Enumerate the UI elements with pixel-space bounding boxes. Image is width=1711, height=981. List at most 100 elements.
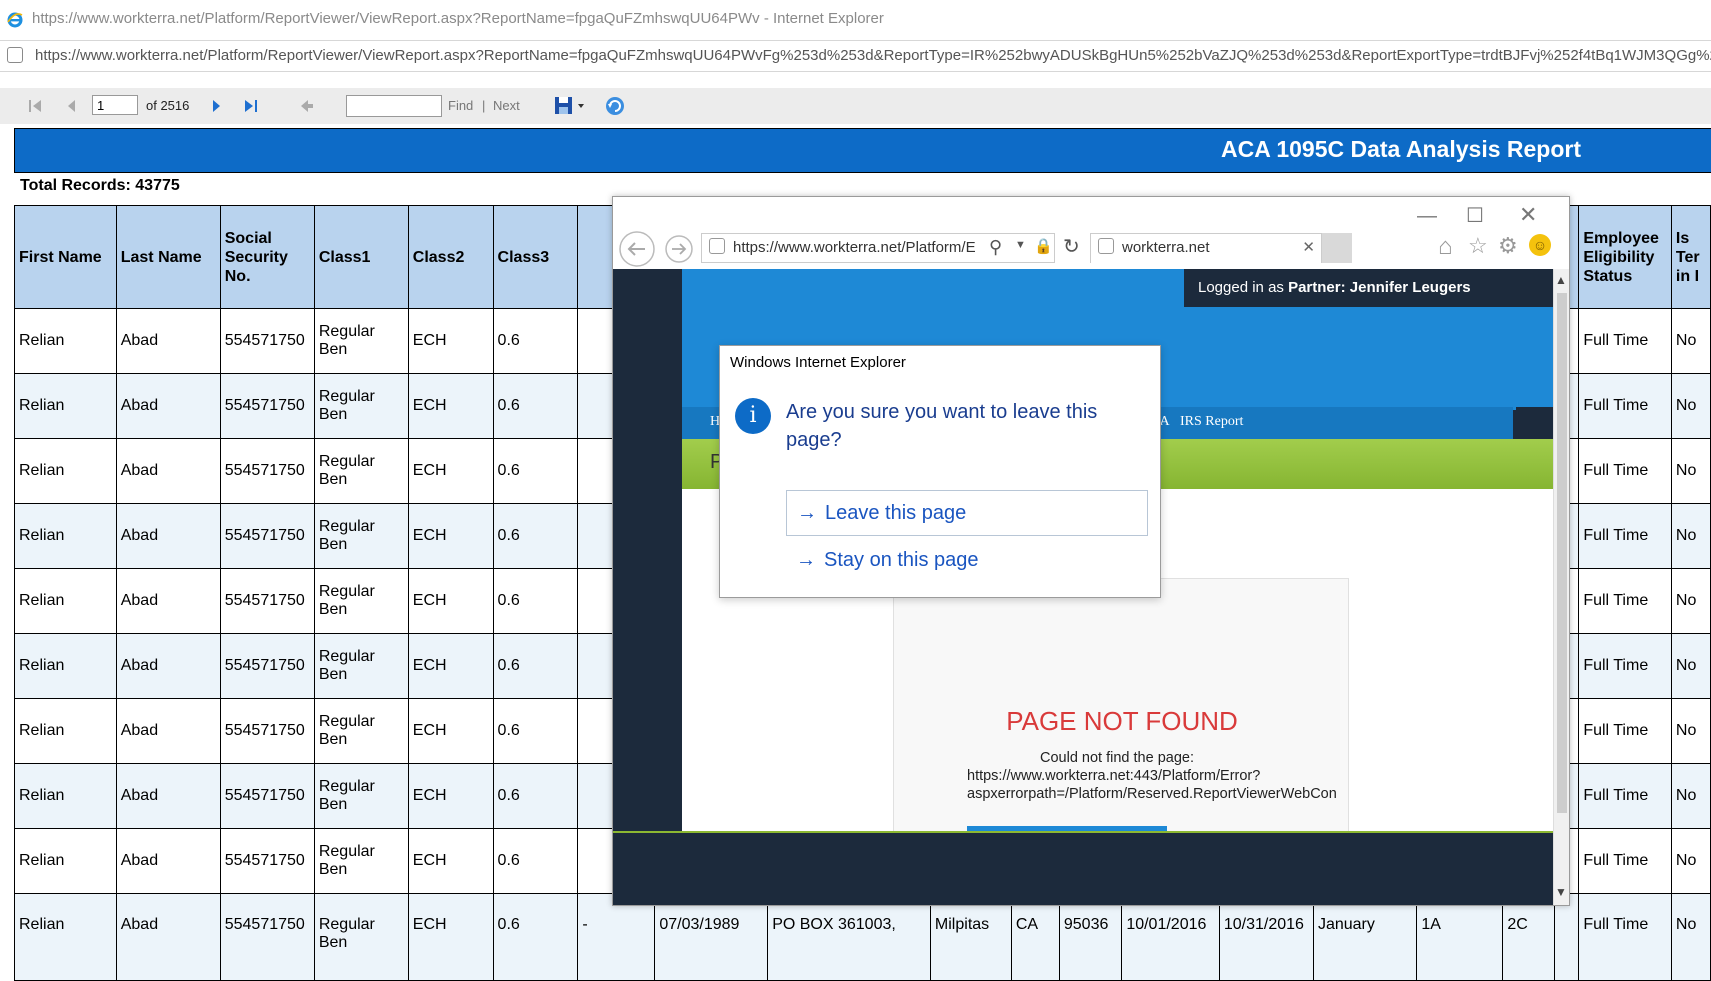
table-cell: ECH: [407, 373, 494, 439]
table-cell: Abad: [115, 568, 221, 634]
column-header[interactable]: Class1: [313, 205, 409, 309]
report-title: ACA 1095C Data Analysis Report: [1220, 136, 1581, 162]
table-cell: -: [577, 893, 656, 981]
settings-gear-icon[interactable]: ⚙: [1498, 233, 1518, 259]
not-found-title: PAGE NOT FOUND: [1006, 706, 1238, 736]
table-cell: Relian: [14, 568, 117, 634]
tab-close-icon[interactable]: ✕: [1302, 234, 1315, 262]
column-header[interactable]: First Name: [14, 205, 117, 309]
column-header[interactable]: Employee Eligibility Status: [1578, 205, 1672, 309]
table-cell: 554571750: [219, 308, 315, 374]
home-icon[interactable]: ⌂: [1438, 233, 1453, 261]
nav-item-irs-report[interactable]: IRS Report: [1180, 414, 1243, 430]
table-cell: 554571750: [219, 893, 315, 981]
table-cell: Regular Ben: [313, 763, 409, 829]
find-separator: |: [482, 98, 486, 113]
export-icon[interactable]: [553, 88, 585, 124]
table-cell: No: [1670, 633, 1711, 699]
dialog-title: Windows Internet Explorer: [730, 354, 906, 371]
last-page-icon[interactable]: [244, 88, 258, 124]
back-to-parent-icon[interactable]: [300, 88, 314, 124]
table-cell: January: [1312, 893, 1418, 981]
favorites-star-icon[interactable]: ☆: [1468, 233, 1488, 259]
table-cell: Regular Ben: [313, 893, 409, 981]
table-cell: ECH: [407, 828, 494, 894]
table-cell: Regular Ben: [313, 633, 409, 699]
table-cell: Regular Ben: [313, 308, 409, 374]
column-header[interactable]: Is Ter in I: [1670, 205, 1711, 309]
find-link[interactable]: Find: [448, 88, 473, 124]
site-favicon-icon: [7, 47, 23, 63]
table-cell: Relian: [14, 438, 117, 504]
table-cell: 0.6: [492, 828, 579, 894]
refresh-icon[interactable]: [604, 88, 626, 124]
table-cell: Abad: [115, 438, 221, 504]
table-cell: 0.6: [492, 893, 579, 981]
table-cell: Regular Ben: [313, 373, 409, 439]
table-cell: Full Time: [1578, 698, 1672, 764]
table-cell: Abad: [115, 308, 221, 374]
maximize-icon[interactable]: ☐: [1466, 203, 1484, 228]
first-page-icon[interactable]: [28, 88, 42, 124]
popup-scrollbar[interactable]: ▲ ▼: [1553, 269, 1569, 905]
feedback-smiley-icon[interactable]: ☺: [1529, 234, 1551, 256]
table-cell: 554571750: [219, 698, 315, 764]
login-status-bar: Logged in as Partner: Jennifer Leugers: [1184, 269, 1553, 307]
find-text-input[interactable]: [346, 95, 442, 117]
table-cell: Relian: [14, 503, 117, 569]
next-page-icon[interactable]: [212, 88, 222, 124]
address-bar[interactable]: https://www.workterra.net/Platform/Repor…: [0, 40, 1711, 72]
table-cell: Full Time: [1578, 828, 1672, 894]
table-cell: Full Time: [1578, 308, 1672, 374]
new-tab-button[interactable]: [1322, 233, 1352, 263]
site-favicon-icon: [709, 238, 725, 254]
total-records: Total Records: 43775: [20, 177, 180, 194]
table-cell: 554571750: [219, 503, 315, 569]
table-cell: 554571750: [219, 568, 315, 634]
table-cell: Full Time: [1578, 373, 1672, 439]
table-cell: 07/03/1989: [654, 893, 769, 981]
table-cell: ECH: [407, 568, 494, 634]
not-found-line: https://www.workterra.net:443/Platform/E…: [967, 768, 1261, 784]
leave-page-button[interactable]: → Leave this page: [786, 490, 1148, 536]
next-link[interactable]: Next: [493, 88, 520, 124]
table-cell: Relian: [14, 763, 117, 829]
column-header[interactable]: Class2: [407, 205, 494, 309]
back-forward-icon[interactable]: [617, 229, 697, 269]
minimize-icon[interactable]: —: [1417, 205, 1437, 228]
column-header[interactable]: Last Name: [115, 205, 221, 309]
internet-explorer-icon: [7, 12, 23, 28]
table-cell: 0.6: [492, 373, 579, 439]
address-url[interactable]: https://www.workterra.net/Platform/Repor…: [35, 41, 1711, 71]
table-cell: 0.6: [492, 633, 579, 699]
tab-label: workterra.net: [1122, 239, 1210, 256]
stay-on-page-label: Stay on this page: [824, 549, 979, 571]
stay-on-page-button[interactable]: → Stay on this page: [786, 538, 1148, 584]
table-cell: ECH: [407, 698, 494, 764]
table-cell: No: [1670, 698, 1711, 764]
leave-page-label: Leave this page: [825, 502, 967, 524]
table-cell: 554571750: [219, 373, 315, 439]
column-header[interactable]: Social Security No.: [219, 205, 315, 309]
table-cell: 0.6: [492, 308, 579, 374]
scroll-up-icon[interactable]: ▲: [1555, 273, 1567, 287]
table-cell: Abad: [115, 373, 221, 439]
not-found-line: Could not find the page:: [1040, 750, 1194, 766]
nav-end-block: [1516, 407, 1553, 439]
search-icon[interactable]: ⚲: [989, 237, 1002, 258]
previous-page-icon[interactable]: [66, 88, 76, 124]
close-icon[interactable]: ✕: [1519, 202, 1537, 228]
login-role: Partner:: [1288, 279, 1346, 296]
page-number-input[interactable]: [92, 95, 138, 115]
refresh-icon[interactable]: ↻: [1063, 234, 1080, 259]
table-cell: 2C: [1502, 893, 1555, 981]
login-prefix: Logged in as: [1198, 279, 1284, 296]
table-cell: [1553, 893, 1580, 981]
scroll-down-icon[interactable]: ▼: [1555, 885, 1567, 899]
column-header[interactable]: Class3: [492, 205, 579, 309]
table-cell: Abad: [115, 633, 221, 699]
scrollbar-thumb[interactable]: [1557, 293, 1567, 813]
chevron-down-icon[interactable]: ▼: [1015, 239, 1026, 251]
popup-tab[interactable]: workterra.net ✕: [1090, 233, 1322, 263]
table-cell: 554571750: [219, 763, 315, 829]
